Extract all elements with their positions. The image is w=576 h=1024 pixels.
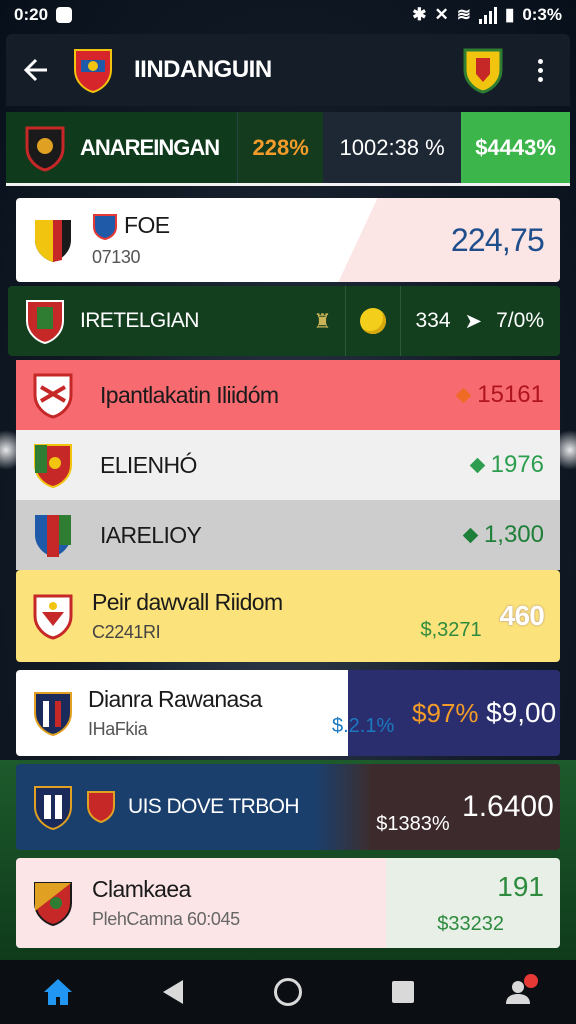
team-crest-icon — [24, 124, 66, 172]
divider — [400, 286, 402, 356]
profile-icon[interactable] — [494, 968, 542, 1016]
match-card[interactable]: Peir dawvall Riidom C2241RI $,3271 460 — [16, 570, 560, 662]
standings-list: Ipantlakatin Iliidóm 15161 ELIENHÓ 1976 … — [16, 360, 560, 570]
card-team-name: UIS DOVE TRBOH — [128, 795, 300, 818]
battery-level: 0:3% — [522, 5, 562, 24]
card-amount: 191 — [497, 870, 544, 902]
wifi-icon: ≋ — [456, 5, 471, 24]
card-mid-value: $33232 — [437, 912, 504, 935]
team-crest-icon — [32, 216, 74, 264]
card-amount: $9,00 — [486, 697, 557, 728]
recents-icon[interactable] — [379, 968, 427, 1016]
trend-icon — [462, 527, 479, 543]
card-stat: 334 — [415, 309, 451, 332]
home-circle-icon[interactable] — [264, 968, 312, 1016]
card-amount: 1.6400 — [462, 790, 554, 823]
trophy-icon: ♜ — [313, 310, 332, 333]
card-team-name: Dianra Rawanasa — [88, 686, 262, 712]
page-title: IINDANGUIN — [134, 56, 272, 83]
team-crest-icon — [24, 297, 66, 345]
list-item-value: 15161 — [477, 381, 544, 408]
team-crest-icon — [32, 879, 74, 927]
card-team-name: Clamkaea — [92, 876, 191, 902]
app-header: IINDANGUIN — [6, 34, 570, 106]
notification-icon — [56, 7, 73, 23]
list-item-value: 1,300 — [483, 521, 544, 548]
featured-team: ANAREINGAN — [6, 112, 238, 183]
club-crest-icon[interactable] — [462, 46, 504, 94]
featured-team-name: ANAREINGAN — [80, 134, 220, 160]
list-item[interactable]: ELIENHÓ 1976 — [16, 430, 560, 500]
trend-icon — [469, 457, 485, 473]
card-mid-value: $.2.1% — [332, 715, 395, 737]
card-change: 7/0% — [496, 309, 544, 332]
signal-icon — [478, 6, 497, 24]
small-crest-icon — [86, 790, 116, 824]
system-nav-bar — [0, 960, 576, 1024]
card-mid-value: $,3271 — [420, 619, 482, 641]
trend-arrow-icon: ➤ — [464, 309, 483, 333]
card-subtext: C2241RI — [92, 622, 161, 642]
team-crest-icon — [32, 592, 74, 640]
trend-icon — [455, 387, 472, 403]
team-crest-icon — [32, 441, 74, 489]
featured-percent: 228% — [237, 112, 324, 183]
match-card[interactable]: Dianra Rawanasa IHaFkia $.2.1% $97% $9,0… — [16, 670, 560, 756]
featured-time: 1002:38 % — [323, 112, 462, 183]
card-team-name: Peir dawvall Riidom — [92, 589, 283, 615]
divider — [345, 286, 347, 356]
card-mid-value: $1383% — [376, 813, 450, 835]
list-item-name: IARELIOY — [100, 521, 202, 548]
match-card[interactable]: FOE 07130 224,75 — [16, 198, 560, 282]
more-vert-icon[interactable] — [524, 54, 556, 86]
card-subtext: 07130 — [92, 246, 141, 267]
home-icon[interactable] — [34, 968, 82, 1016]
status-bar: 0:20 ✱ ✕ ≋ ▮ 0:3% — [0, 0, 576, 30]
team-crest-icon — [32, 689, 74, 737]
vibrate-icon: ✱ — [412, 5, 427, 24]
match-card[interactable]: Clamkaea PlehCamna 60:045 191 $33232 — [16, 858, 560, 948]
card-subtext: PlehCamna 60:045 — [92, 909, 240, 929]
card-stats: $97% $9,00 — [408, 670, 560, 756]
notification-badge — [524, 974, 539, 988]
back-icon[interactable] — [149, 968, 197, 1016]
mute-icon: ✕ — [434, 5, 449, 24]
match-card[interactable]: IRETELGIAN ♜ 334 ➤ 7/0% — [8, 286, 560, 356]
list-item[interactable]: Ipantlakatin Iliidóm 15161 — [16, 360, 560, 430]
coin-icon — [360, 308, 387, 334]
card-stats: 191 $33232 — [372, 858, 560, 948]
team-crest-icon — [32, 371, 74, 419]
league-crest-icon — [72, 46, 114, 94]
small-crest-icon — [92, 213, 118, 241]
featured-amount[interactable]: $4443% — [461, 112, 570, 183]
card-subtext: IHaFkia — [88, 719, 148, 739]
team-crest-icon — [32, 511, 74, 559]
battery-icon: ▮ — [504, 5, 515, 24]
card-stats: $1383% 1.6400 — [370, 764, 560, 850]
card-team-name: IRETELGIAN — [80, 309, 199, 332]
card-value: 460 — [499, 600, 545, 631]
list-item-value: 1976 — [490, 451, 544, 478]
card-percent: $97% — [412, 697, 479, 728]
list-item[interactable]: IARELIOY 1,300 — [16, 500, 560, 570]
featured-match[interactable]: ANAREINGAN 228% 1002:38 % $4443% — [6, 112, 570, 186]
card-value: 224,75 — [450, 221, 545, 258]
card-team-name: FOE — [124, 212, 170, 239]
match-card[interactable]: UIS DOVE TRBOH $1383% 1.6400 — [16, 764, 560, 850]
arrow-left-icon[interactable] — [20, 54, 52, 86]
status-time: 0:20 — [14, 5, 49, 24]
team-crest-icon — [32, 783, 74, 831]
list-item-name: Ipantlakatin Iliidóm — [100, 381, 279, 408]
list-item-name: ELIENHÓ — [100, 451, 197, 478]
